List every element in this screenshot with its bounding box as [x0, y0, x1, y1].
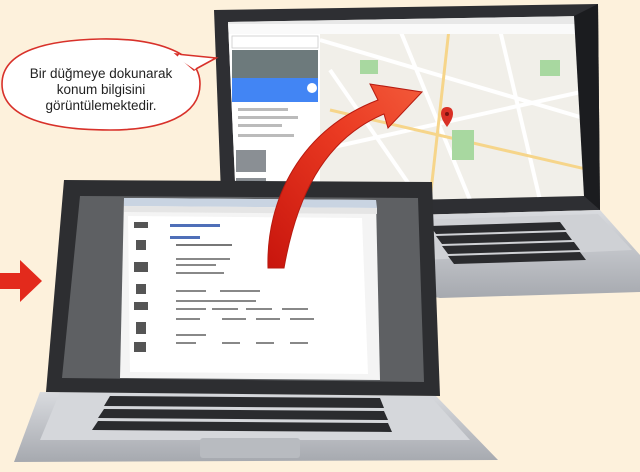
document-window [120, 198, 380, 380]
callout-line-2: konum bilgisini [56, 82, 146, 97]
callout-line-1: Bir düğmeye dokunarak [29, 66, 173, 81]
front-laptop [14, 180, 498, 462]
right-arrow-icon [0, 260, 42, 302]
callout-text: Bir düğmeye dokunarak konum bilgisini gö… [2, 66, 200, 114]
front-laptop-keyboard [92, 396, 392, 432]
map-screen [228, 16, 584, 204]
callout-line-3: görüntülemektedir. [45, 98, 157, 113]
trackpad [200, 438, 300, 458]
